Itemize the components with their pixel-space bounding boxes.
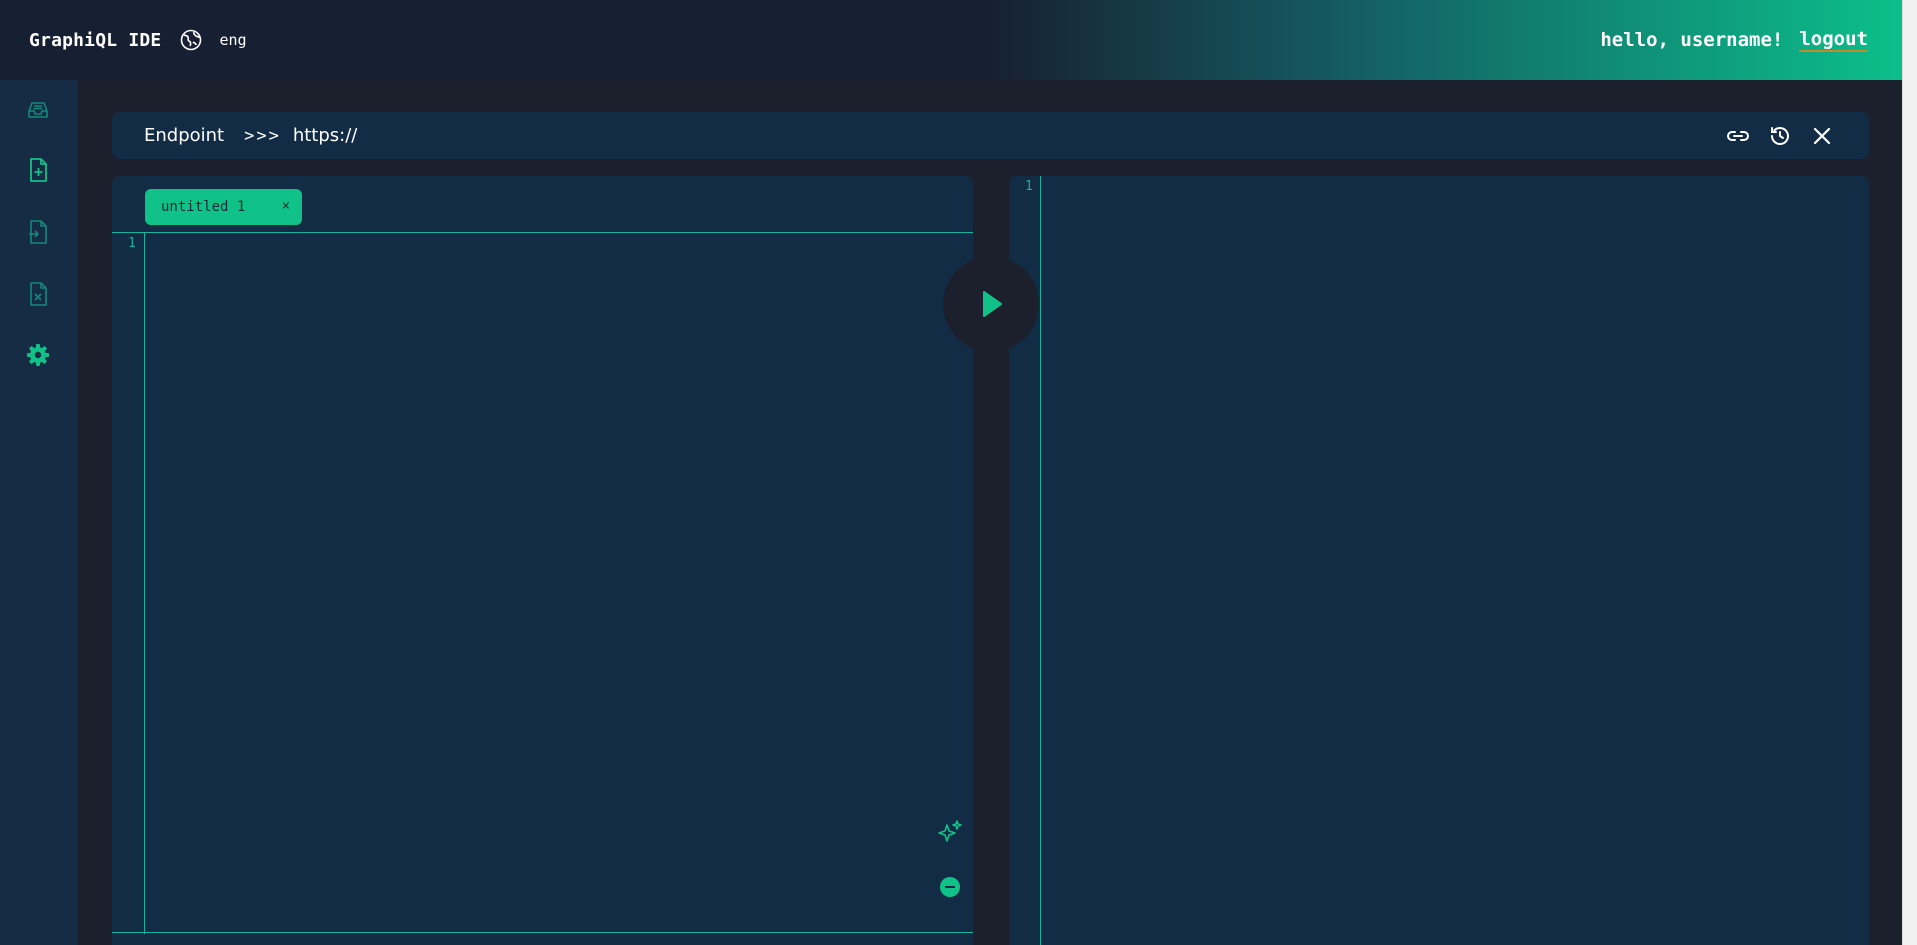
endpoint-url-input[interactable] <box>292 125 1393 146</box>
close-endpoint-button[interactable] <box>1809 123 1835 149</box>
query-editor-panel: untitled 1 × 1 <box>112 176 973 945</box>
header-right: hello, username! logout <box>1600 28 1868 52</box>
add-file-icon <box>30 158 47 182</box>
delete-file-icon <box>30 282 47 306</box>
query-gutter <box>144 233 145 934</box>
query-editor-bottom-border <box>112 932 973 933</box>
copy-link-button[interactable] <box>1725 123 1751 149</box>
run-query-button[interactable] <box>943 256 1039 352</box>
query-line-number: 1 <box>128 236 136 251</box>
app-title: GraphiQL IDE <box>29 29 162 51</box>
settings-button[interactable] <box>25 342 51 368</box>
user-greeting: hello, username! <box>1600 29 1784 51</box>
result-panel: 1 <box>1009 176 1869 945</box>
page-scrollbar[interactable] <box>1902 0 1917 945</box>
gear-icon <box>27 344 49 366</box>
close-icon <box>1813 127 1831 145</box>
endpoint-arrows: >>> <box>244 125 281 146</box>
app-root: GraphiQL IDE eng hello, username! logout <box>0 0 1917 945</box>
editor-tab-label: untitled 1 <box>161 199 246 215</box>
play-icon <box>983 291 1002 317</box>
prettify-button[interactable] <box>936 818 964 846</box>
sparkles-icon <box>938 820 962 842</box>
export-file-icon <box>29 220 47 244</box>
logout-button[interactable]: logout <box>1799 28 1868 52</box>
result-viewer[interactable] <box>1042 176 1869 945</box>
sidebar <box>0 80 78 945</box>
tab-close-button[interactable]: × <box>282 198 290 214</box>
new-file-button[interactable] <box>25 157 51 183</box>
inbox-icon <box>28 102 48 118</box>
minus-icon <box>945 886 955 888</box>
result-line-number: 1 <box>1025 179 1033 194</box>
collapse-button[interactable] <box>940 877 960 897</box>
history-button[interactable] <box>1767 123 1793 149</box>
top-header: GraphiQL IDE eng hello, username! logout <box>0 0 1902 80</box>
inbox-button[interactable] <box>25 97 51 123</box>
delete-file-button[interactable] <box>25 281 51 307</box>
endpoint-bar: Endpoint >>> <box>112 112 1869 159</box>
history-icon <box>1771 127 1789 145</box>
editor-tab[interactable]: untitled 1 × <box>145 189 302 225</box>
query-editor-input[interactable] <box>146 233 973 932</box>
endpoint-label: Endpoint <box>144 125 225 146</box>
link-icon <box>1727 131 1749 141</box>
language-selector[interactable]: eng <box>219 31 246 49</box>
result-gutter <box>1040 176 1041 945</box>
export-file-button[interactable] <box>25 219 51 245</box>
endpoint-actions <box>1725 123 1835 149</box>
globe-icon[interactable] <box>179 28 203 52</box>
header-left: GraphiQL IDE eng <box>29 28 247 52</box>
